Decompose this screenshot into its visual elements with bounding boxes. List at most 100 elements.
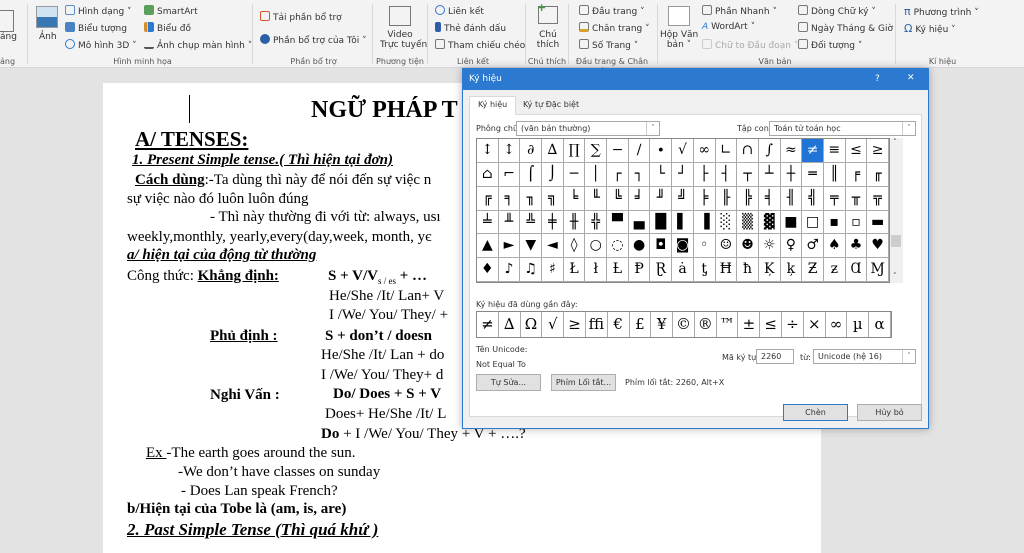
- symbol-cell[interactable]: └: [650, 162, 673, 187]
- symbol-cell[interactable]: ╖: [520, 186, 543, 211]
- symbol-cell[interactable]: ╔: [477, 186, 499, 211]
- my-addins-button[interactable]: Phần bổ trợ của Tôi ˅: [260, 34, 367, 46]
- wordart-button[interactable]: A WordArt ˅: [702, 22, 755, 32]
- symbol-cell[interactable]: □: [802, 210, 824, 235]
- symbol-cell[interactable]: ╕: [498, 186, 521, 211]
- shapes-button[interactable]: Hình dạng ˅: [65, 5, 132, 17]
- symbol-cell[interactable]: ◊: [563, 234, 586, 259]
- symbol-cell[interactable]: ╟: [715, 186, 738, 211]
- symbol-cell[interactable]: ├: [693, 162, 716, 187]
- symbol-cell[interactable]: ≠: [802, 139, 824, 163]
- recent-symbols[interactable]: ≠ ∆ Ω √ ≥ ﬃ € £ ¥ © ® ™ ± ≤ ÷ × ∞ µ α: [476, 311, 892, 338]
- symbol-cell[interactable]: ╨: [498, 210, 521, 235]
- get-addins-button[interactable]: Tải phần bổ trợ: [260, 11, 342, 23]
- symbol-cell[interactable]: ─: [563, 162, 586, 187]
- symbol-cell[interactable]: ║: [823, 162, 846, 187]
- dialog-titlebar[interactable]: Ký hiệu ? ✕: [463, 69, 928, 90]
- symbol-cell[interactable]: ╬: [585, 210, 608, 235]
- symbol-cell[interactable]: ┌: [607, 162, 629, 187]
- symbol-cell[interactable]: ♂: [802, 234, 824, 259]
- symbol-cell[interactable]: ⌐: [498, 162, 521, 187]
- symbol-cell[interactable]: ╢: [780, 186, 803, 211]
- symbol-cell[interactable]: ∑: [585, 139, 608, 163]
- symbol-cell[interactable]: ▐: [693, 210, 716, 235]
- symbol-cell[interactable]: ┐: [628, 162, 651, 187]
- symbol-cell[interactable]: ╗: [542, 186, 564, 211]
- symbol-cell[interactable]: ►: [498, 234, 521, 259]
- symbol-cell[interactable]: ♠: [823, 234, 846, 259]
- symbol-cell[interactable]: ∆: [542, 139, 564, 163]
- symbol-cell[interactable]: Ƶ: [802, 258, 824, 282]
- recent-symbol-cell[interactable]: ∆: [499, 312, 521, 337]
- symbol-cell[interactable]: ♣: [845, 234, 868, 259]
- symbol-cell[interactable]: ▲: [477, 234, 499, 259]
- symbol-cell[interactable]: ∟: [715, 139, 738, 163]
- icons-button[interactable]: Biểu tượng: [65, 22, 127, 34]
- link-button[interactable]: Liên kết: [435, 5, 484, 17]
- symbol-cell[interactable]: ╠: [737, 186, 759, 211]
- shortcut-key-button[interactable]: Phím Lối tắt...: [551, 374, 616, 391]
- 3d-models-button[interactable]: Mô hình 3D ˅: [65, 39, 137, 51]
- symbol-cell[interactable]: █: [650, 210, 673, 235]
- symbol-cell[interactable]: ╓: [867, 162, 889, 187]
- char-code-input[interactable]: 2260: [756, 349, 794, 364]
- symbol-cell[interactable]: ╫: [563, 210, 586, 235]
- symbol-cell[interactable]: ●: [628, 234, 651, 259]
- signature-line-button[interactable]: Dòng Chữ ký ˅: [798, 5, 876, 17]
- footer-button[interactable]: Chân trang ˅: [579, 22, 650, 34]
- symbol-cell[interactable]: ▬: [867, 210, 889, 235]
- symbol-cell[interactable]: Ɑ: [845, 258, 868, 282]
- symbol-cell[interactable]: ╥: [845, 186, 868, 211]
- symbol-cell[interactable]: ≥: [867, 139, 889, 163]
- symbol-cell[interactable]: ╒: [845, 162, 868, 187]
- symbol-cell[interactable]: ▫: [845, 210, 868, 235]
- drop-cap-button[interactable]: Chữ to Đầu đoạn ˅: [702, 39, 798, 51]
- symbol-cell[interactable]: ♀: [780, 234, 803, 259]
- symbol-cell[interactable]: ∂: [520, 139, 543, 163]
- insert-button[interactable]: Chèn: [783, 404, 848, 421]
- symbol-cell[interactable]: ◦: [693, 234, 716, 259]
- subset-select[interactable]: Toán tử toán học ˅: [769, 121, 916, 136]
- scrollbar-thumb[interactable]: [891, 235, 901, 247]
- bookmark-button[interactable]: Thẻ đánh dấu: [435, 22, 506, 34]
- symbol-cell[interactable]: Ᵽ: [628, 258, 651, 282]
- symbol-cell[interactable]: ╡: [758, 186, 781, 211]
- recent-symbol-cell[interactable]: α: [869, 312, 891, 337]
- symbol-cell[interactable]: ↕: [477, 139, 499, 163]
- scroll-down-icon[interactable]: ˅: [893, 272, 897, 280]
- symbol-cell[interactable]: ◌: [607, 234, 629, 259]
- symbol-cell[interactable]: ☻: [737, 234, 759, 259]
- symbol-cell[interactable]: ╞: [693, 186, 716, 211]
- symbol-cell[interactable]: ╙: [585, 186, 608, 211]
- symbol-cell[interactable]: ∞: [693, 139, 716, 163]
- symbol-cell[interactable]: ╝: [672, 186, 694, 211]
- symbol-cell[interactable]: ╛: [628, 186, 651, 211]
- symbol-cell[interactable]: ♯: [542, 258, 564, 282]
- symbol-cell[interactable]: ∫: [758, 139, 781, 163]
- recent-symbol-cell[interactable]: Ω: [521, 312, 543, 337]
- textbox-button[interactable]: Hộp Văn bản ˅: [660, 30, 698, 50]
- symbol-cell[interactable]: ▪: [823, 210, 846, 235]
- symbol-cell[interactable]: ╜: [650, 186, 673, 211]
- symbol-cell[interactable]: ◘: [650, 234, 673, 259]
- symbol-cell[interactable]: Ƚ: [607, 258, 629, 282]
- symbol-cell[interactable]: ◙: [672, 234, 694, 259]
- symbol-cell[interactable]: ∕: [628, 139, 651, 163]
- scroll-up-icon[interactable]: ˄: [893, 138, 897, 146]
- symbol-cell[interactable]: ╘: [563, 186, 586, 211]
- date-time-button[interactable]: Ngày Tháng & Giờ: [798, 22, 893, 34]
- from-select[interactable]: Unicode (hệ 16) ˅: [813, 349, 916, 364]
- recent-symbol-cell[interactable]: ®: [695, 312, 717, 337]
- symbol-cell[interactable]: ░: [715, 210, 738, 235]
- symbol-cell[interactable]: Ł: [563, 258, 586, 282]
- symbol-cell[interactable]: ≤: [845, 139, 868, 163]
- recent-symbol-cell[interactable]: ∞: [826, 312, 848, 337]
- help-button[interactable]: ?: [875, 74, 880, 84]
- symbol-cell[interactable]: Ħ: [715, 258, 738, 282]
- symbol-cell[interactable]: ▼: [520, 234, 543, 259]
- symbol-cell[interactable]: ∩: [737, 139, 759, 163]
- symbol-cell[interactable]: ↕: [498, 139, 521, 163]
- recent-symbol-cell[interactable]: ™: [717, 312, 739, 337]
- symbol-cell[interactable]: ƫ: [693, 258, 716, 282]
- recent-symbol-cell[interactable]: ≠: [477, 312, 499, 337]
